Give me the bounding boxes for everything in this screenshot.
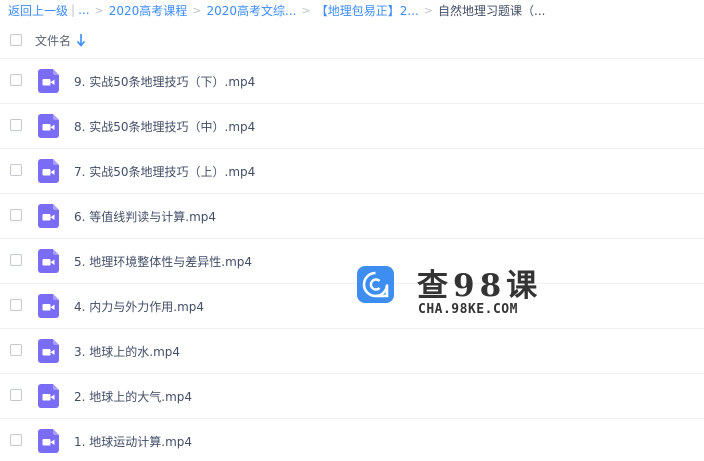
file-row[interactable]: 6. 等值线判读与计算.mp4	[0, 193, 704, 237]
file-name[interactable]: 5. 地理环境整体性与差异性.mp4	[74, 253, 252, 270]
video-file-icon	[38, 249, 59, 273]
watermark-url: CHA.98KE.COM	[418, 302, 518, 317]
file-name[interactable]: 4. 内力与外力作用.mp4	[74, 298, 204, 315]
file-name[interactable]: 7. 实战50条地理技巧（上）.mp4	[74, 163, 255, 180]
row-checkbox[interactable]	[10, 389, 22, 401]
video-file-icon	[38, 429, 59, 453]
breadcrumb-current: 自然地理习题课（...	[438, 3, 546, 18]
file-row[interactable]: 4. 内力与外力作用.mp4	[0, 283, 704, 327]
video-file-icon	[38, 69, 59, 93]
file-row[interactable]: 7. 实战50条地理技巧（上）.mp4	[0, 148, 704, 192]
video-file-icon	[38, 159, 59, 183]
file-name[interactable]: 1. 地球运动计算.mp4	[74, 433, 192, 450]
breadcrumb-item-1[interactable]: 2020高考课程	[109, 2, 188, 19]
breadcrumb-separator: >	[192, 3, 202, 17]
file-browser: 返回上一级 | ... > 2020高考课程 > 2020高考文综... > 【…	[0, 0, 704, 461]
select-all-checkbox[interactable]	[10, 34, 22, 46]
back-link[interactable]: 返回上一级	[8, 2, 68, 19]
file-row[interactable]: 5. 地理环境整体性与差异性.mp4	[0, 238, 704, 282]
video-file-icon	[38, 384, 59, 408]
arrow-down-icon[interactable]	[76, 33, 86, 47]
video-file-icon	[38, 339, 59, 363]
video-file-icon	[38, 294, 59, 318]
video-file-icon	[38, 204, 59, 228]
watermark-title: 查98课	[417, 268, 543, 304]
row-checkbox[interactable]	[10, 434, 22, 446]
breadcrumb-separator: >	[94, 3, 104, 17]
row-checkbox[interactable]	[10, 119, 22, 131]
file-name[interactable]: 8. 实战50条地理技巧（中）.mp4	[74, 118, 255, 135]
breadcrumb-separator: >	[423, 3, 434, 17]
breadcrumb-ellipsis[interactable]: ...	[78, 3, 89, 17]
row-checkbox[interactable]	[10, 299, 22, 311]
filename-column-header[interactable]: 文件名	[35, 32, 71, 49]
row-checkbox[interactable]	[10, 344, 22, 356]
watermark: 查98课 CHA.98KE.COM	[357, 262, 547, 322]
file-row[interactable]: 9. 实战50条地理技巧（下）.mp4	[0, 58, 704, 102]
breadcrumb-item-2[interactable]: 2020高考文综...	[207, 2, 297, 19]
chat-logo-icon	[357, 266, 394, 303]
breadcrumb: 返回上一级 | ... > 2020高考课程 > 2020高考文综... > 【…	[8, 0, 545, 20]
file-name[interactable]: 3. 地球上的水.mp4	[74, 343, 180, 360]
file-name[interactable]: 2. 地球上的大气.mp4	[74, 388, 192, 405]
file-name[interactable]: 6. 等值线判读与计算.mp4	[74, 208, 216, 225]
file-row[interactable]: 8. 实战50条地理技巧（中）.mp4	[0, 103, 704, 147]
file-row[interactable]: 2. 地球上的大气.mp4	[0, 373, 704, 417]
breadcrumb-separator: >	[301, 3, 311, 17]
breadcrumb-item-3[interactable]: 【地理包易正】2...	[316, 2, 419, 19]
file-row[interactable]: 1. 地球运动计算.mp4	[0, 418, 704, 461]
video-file-icon	[38, 114, 59, 138]
row-checkbox[interactable]	[10, 74, 22, 86]
file-name[interactable]: 9. 实战50条地理技巧（下）.mp4	[74, 73, 255, 90]
row-checkbox[interactable]	[10, 164, 22, 176]
file-row[interactable]: 3. 地球上的水.mp4	[0, 328, 704, 372]
breadcrumb-divider: |	[71, 3, 76, 17]
row-checkbox[interactable]	[10, 254, 22, 266]
list-header: 文件名	[0, 22, 704, 58]
row-checkbox[interactable]	[10, 209, 22, 221]
